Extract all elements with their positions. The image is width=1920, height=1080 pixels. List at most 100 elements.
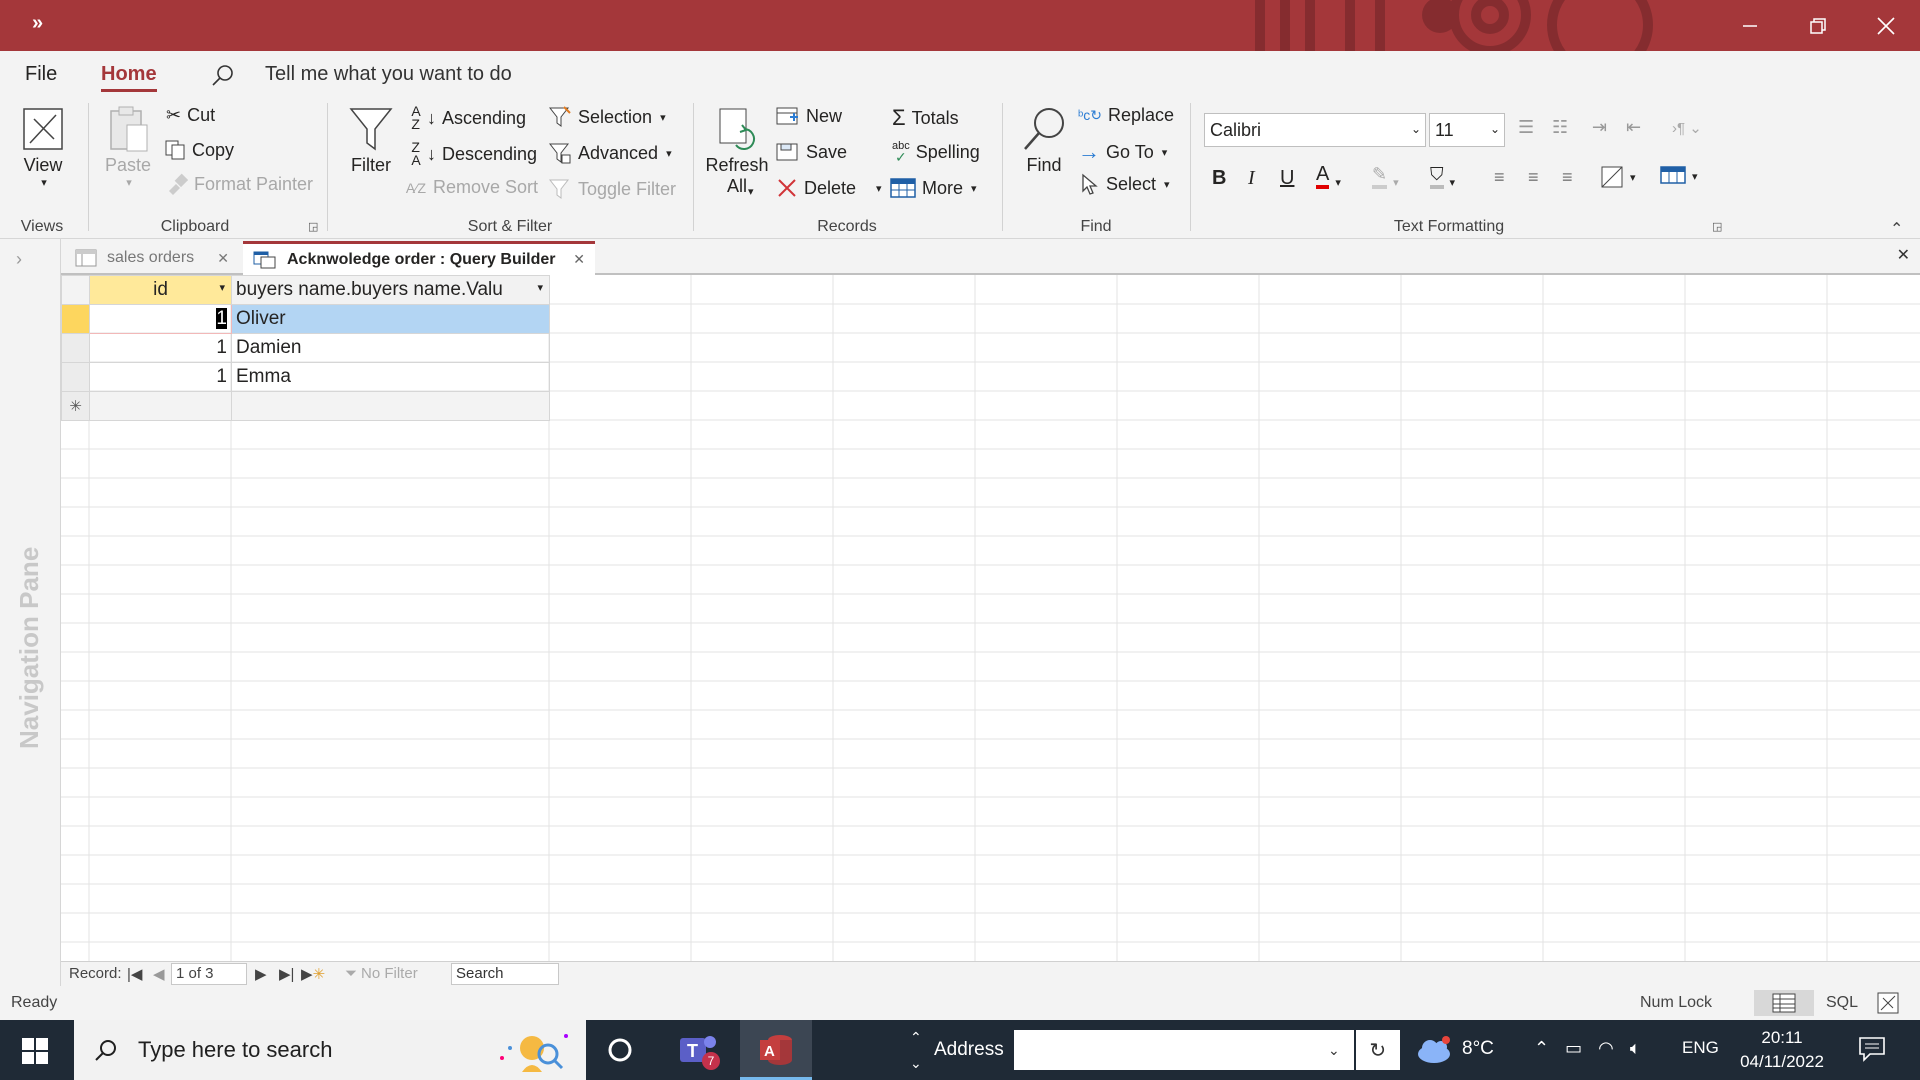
design-view-button[interactable]: [1876, 991, 1902, 1020]
italic-button[interactable]: I: [1248, 167, 1255, 190]
datasheet-view-button[interactable]: [1754, 990, 1814, 1016]
table-row[interactable]: 1 Oliver: [61, 304, 550, 334]
format-painter-button[interactable]: Format Painter: [166, 173, 313, 195]
select-button[interactable]: Select ▾: [1080, 173, 1170, 195]
paste-button[interactable]: Paste ▾: [104, 105, 152, 189]
doc-tab-query-builder[interactable]: Acknwoledge order : Query Builder ✕: [243, 241, 595, 275]
show-hidden-icons-icon[interactable]: ⌃: [1534, 1038, 1549, 1059]
remove-sort-button[interactable]: A⁄Z Remove Sort: [405, 177, 538, 198]
advanced-button[interactable]: Advanced ▾: [548, 141, 672, 165]
first-record-icon[interactable]: |◀: [127, 965, 142, 983]
align-left-icon[interactable]: ≡: [1494, 167, 1505, 188]
fill-color-button[interactable]: ⛉ ▾: [1430, 163, 1455, 189]
table-row[interactable]: 1 Damien: [61, 333, 550, 363]
new-record-icon[interactable]: ✳: [61, 391, 90, 421]
chevron-right-icon[interactable]: ›: [16, 249, 22, 270]
close-window-button[interactable]: [1852, 0, 1920, 51]
delete-record-button[interactable]: Delete ▾: [776, 177, 882, 199]
gridlines-button[interactable]: ▾: [1660, 165, 1698, 187]
column-filter-arrow-icon[interactable]: ▾: [537, 281, 543, 294]
copy-button[interactable]: Copy: [164, 139, 234, 161]
close-tab-icon[interactable]: ✕: [573, 251, 585, 268]
indent-decrease-icon[interactable]: ⇤: [1626, 117, 1641, 138]
name-cell[interactable]: Emma: [231, 362, 550, 392]
column-header-buyers-name[interactable]: buyers name.buyers name.Valu ▾: [231, 275, 550, 305]
replace-button[interactable]: ᵇc↻ Replace: [1078, 105, 1174, 126]
refresh-icon[interactable]: ↻: [1355, 1030, 1400, 1070]
collapse-ribbon-icon[interactable]: ⌃: [1890, 219, 1903, 239]
font-color-button[interactable]: A ▾: [1316, 163, 1341, 189]
weather-widget[interactable]: 8°C: [1414, 1034, 1494, 1064]
close-tab-icon[interactable]: ✕: [217, 250, 229, 267]
search-field[interactable]: Search: [451, 963, 559, 985]
last-record-icon[interactable]: ▶|: [279, 965, 294, 983]
table-row[interactable]: 1 Emma: [61, 362, 550, 392]
record-selector[interactable]: [61, 333, 90, 363]
new-record-row[interactable]: ✳: [61, 391, 550, 421]
save-record-button[interactable]: Save: [776, 141, 847, 163]
clock[interactable]: 20:11 04/11/2022: [1736, 1026, 1828, 1074]
name-cell[interactable]: Damien: [231, 333, 550, 363]
dialog-launcher-icon[interactable]: ◲: [1712, 220, 1722, 233]
wifi-icon[interactable]: ◠: [1598, 1038, 1614, 1059]
numbering-icon[interactable]: ☷: [1552, 117, 1568, 138]
selection-button[interactable]: Selection ▾: [548, 105, 666, 129]
bold-button[interactable]: B: [1212, 167, 1226, 190]
navigation-pane[interactable]: › Navigation Pane: [0, 239, 61, 986]
address-input[interactable]: ⌄: [1013, 1030, 1354, 1070]
minimize-button[interactable]: [1716, 0, 1784, 51]
record-selector[interactable]: [61, 362, 90, 392]
name-cell[interactable]: Oliver: [231, 304, 550, 334]
name-cell[interactable]: [231, 391, 550, 421]
descending-button[interactable]: Z A ↓ Descending: [405, 140, 537, 167]
paragraph-direction-icon[interactable]: ›¶ ⌄: [1672, 119, 1702, 137]
close-object-icon[interactable]: ✕: [1897, 245, 1910, 265]
font-name-select[interactable]: Calibri ⌄: [1204, 113, 1426, 147]
teams-taskbar-button[interactable]: T 7: [676, 1030, 728, 1070]
battery-icon[interactable]: ▭: [1565, 1038, 1582, 1059]
cut-button[interactable]: ✂ Cut: [166, 105, 215, 126]
current-record-input[interactable]: 1 of 3: [171, 963, 247, 985]
align-right-icon[interactable]: ≡: [1562, 167, 1573, 188]
filter-button[interactable]: Filter: [348, 105, 394, 176]
tell-me-box[interactable]: Tell me what you want to do: [212, 63, 512, 86]
new-record-nav-icon[interactable]: ▶✳: [301, 965, 325, 983]
bullets-icon[interactable]: ☰: [1518, 117, 1534, 138]
cortana-button[interactable]: [606, 1036, 634, 1069]
toggle-filter-button[interactable]: Toggle Filter: [548, 177, 676, 201]
action-center-button[interactable]: [1858, 1036, 1886, 1067]
column-header-id[interactable]: id ▾: [89, 275, 232, 305]
alternate-row-color-button[interactable]: ▾: [1600, 165, 1636, 189]
id-cell[interactable]: 1: [89, 362, 232, 392]
taskbar-search-box[interactable]: Type here to search: [74, 1020, 586, 1080]
toolbar-scroll-icon[interactable]: ⌃ ⌄: [910, 1024, 922, 1076]
next-record-icon[interactable]: ▶: [255, 965, 267, 983]
record-selector[interactable]: [61, 304, 90, 334]
underline-button[interactable]: U: [1280, 167, 1294, 190]
spelling-button[interactable]: abc ✓ Spelling: [892, 141, 980, 165]
ascending-button[interactable]: A Z ↓ Ascending: [405, 104, 526, 131]
column-filter-arrow-icon[interactable]: ▾: [219, 281, 225, 294]
sql-view-button[interactable]: SQL: [1814, 994, 1870, 1012]
id-cell[interactable]: [89, 391, 232, 421]
find-button[interactable]: Find: [1020, 105, 1068, 176]
no-filter-indicator[interactable]: ⏷ No Filter: [345, 965, 418, 982]
id-cell[interactable]: 1: [89, 304, 232, 334]
windows-start-button[interactable]: [22, 1038, 48, 1069]
tab-home[interactable]: Home: [101, 63, 157, 92]
language-indicator[interactable]: ENG: [1682, 1038, 1719, 1058]
more-button[interactable]: More ▾: [890, 177, 977, 199]
align-center-icon[interactable]: ≡: [1528, 167, 1539, 188]
access-taskbar-button[interactable]: A: [740, 1020, 812, 1080]
view-button[interactable]: View ▾: [18, 105, 68, 189]
totals-button[interactable]: Σ Totals: [892, 105, 959, 131]
select-all-cell[interactable]: [61, 275, 90, 305]
new-record-button[interactable]: New: [776, 105, 842, 127]
volume-icon[interactable]: 🔈︎: [1630, 1038, 1641, 1059]
goto-button[interactable]: → Go To ▾: [1078, 139, 1167, 165]
refresh-all-button[interactable]: Refresh All: [705, 105, 769, 197]
dialog-launcher-icon[interactable]: ◲: [308, 220, 318, 233]
highlight-button[interactable]: ✎ ▾: [1372, 163, 1399, 189]
previous-record-icon[interactable]: ◀: [153, 965, 165, 983]
id-cell[interactable]: 1: [89, 333, 232, 363]
